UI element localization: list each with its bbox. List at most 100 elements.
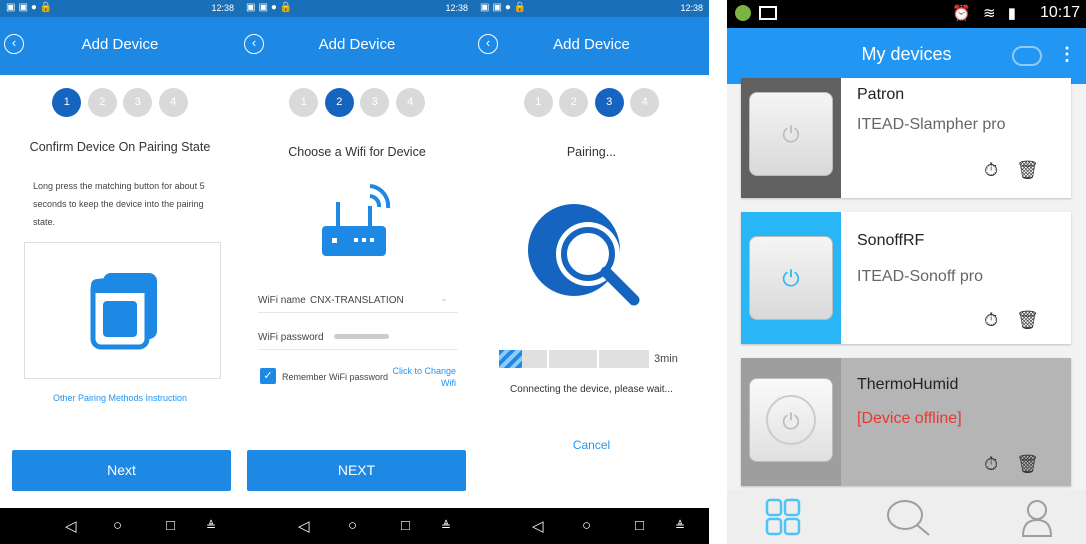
back-nav-icon[interactable]: ◁	[532, 517, 544, 535]
step-indicator: 1 2 3 4	[474, 88, 709, 118]
device-offline-status: [Device offline]	[857, 410, 962, 427]
step-heading: Confirm Device On Pairing State	[29, 140, 211, 154]
timer-icon[interactable]: ⏱	[984, 310, 1016, 330]
device-card[interactable]: ⏻ Patron ITEAD-Slampher pro ⏱🗑	[741, 78, 1071, 198]
other-methods-link[interactable]: Other Pairing Methods Instruction	[0, 393, 240, 403]
status-bar: ▣▣●🔒 12:38	[240, 0, 474, 17]
back-nav-icon[interactable]: ◁	[298, 517, 310, 535]
step-3: 3	[594, 88, 624, 117]
device-name: SonoffRF	[857, 232, 925, 249]
timer-icon[interactable]: ⏱	[984, 454, 1016, 474]
app-notification-icon	[735, 5, 751, 21]
android-nav-bar: ◁ ○ □ ≜	[0, 508, 240, 544]
step-1: 1	[289, 88, 319, 117]
next-button[interactable]: Next	[12, 450, 231, 491]
screen-pairing: ▣▣●🔒 12:38 ‹ Add Device 1 2 3 4 Pairing.…	[474, 0, 709, 544]
change-wifi-link[interactable]: Click to Change Wifi	[388, 365, 456, 389]
cancel-button[interactable]: Cancel	[474, 438, 709, 452]
recents-nav-icon[interactable]: □	[166, 517, 175, 534]
step-indicator: 1 2 3 4	[240, 88, 474, 118]
pairing-progress-bar	[499, 350, 649, 368]
connecting-status: Connecting the device, please wait...	[510, 384, 673, 395]
status-time: 12:38	[211, 3, 234, 13]
status-time: 12:38	[445, 3, 468, 13]
remember-checkbox[interactable]: ✓	[260, 368, 276, 384]
device-thumbnail: ⏻	[741, 78, 841, 198]
next-button[interactable]: NEXT	[247, 450, 466, 491]
keyboard-icon[interactable]: ≜	[675, 519, 685, 533]
cloud-sync-icon[interactable]	[1012, 46, 1042, 66]
status-time: 12:38	[680, 3, 703, 13]
device-list: ⏻ Patron ITEAD-Slampher pro ⏱🗑 ⏻ SonoffR…	[727, 78, 1086, 490]
remaining-time: 3min	[654, 353, 678, 365]
device-icon	[90, 273, 157, 350]
status-bar: ▣▣●🔒 12:38	[474, 0, 709, 17]
searching-icon	[528, 204, 640, 306]
router-icon	[322, 184, 391, 256]
android-nav-bar: ◁ ○ □ ≜	[240, 508, 474, 544]
page-title: Add Device	[553, 36, 630, 53]
trash-icon[interactable]: 🗑	[1016, 454, 1057, 474]
grid-icon[interactable]	[765, 498, 801, 536]
device-actions: ⏱🗑	[984, 160, 1057, 181]
back-nav-icon[interactable]: ◁	[65, 517, 77, 535]
home-nav-icon[interactable]: ○	[582, 517, 591, 534]
step-2: 2	[559, 88, 589, 117]
device-name: ThermoHumid	[857, 376, 959, 393]
notification-icons: ▣▣●🔒	[246, 2, 296, 13]
screen-my-devices: ⏰ ≋ ▮ 10:17 My devices ⋮ ⏻ Patron ITEAD-…	[727, 0, 1086, 544]
user-icon[interactable]	[1019, 498, 1055, 538]
step-4: 4	[630, 88, 660, 117]
step-2: 2	[324, 88, 354, 117]
screen-choose-wifi: ▣▣●🔒 12:38 ‹ Add Device 1 2 3 4 Choose a…	[240, 0, 474, 544]
bottom-nav	[727, 490, 1086, 544]
device-actions: ⏱🗑	[984, 454, 1057, 475]
step-1: 1	[52, 88, 82, 117]
signal-icons: ⏰ ≋ ▮	[952, 5, 1020, 22]
trash-icon[interactable]: 🗑	[1016, 310, 1057, 330]
home-nav-icon[interactable]: ○	[348, 517, 357, 534]
wifi-name-label: WiFi name	[258, 295, 306, 306]
notification-icons: ▣▣●🔒	[480, 2, 530, 13]
status-bar: ▣▣●🔒 12:38	[0, 0, 240, 17]
recents-nav-icon[interactable]: □	[401, 517, 410, 534]
password-masked	[334, 334, 389, 339]
trash-icon[interactable]: 🗑	[1016, 160, 1057, 180]
device-name: Patron	[857, 86, 905, 103]
android-nav-bar: ◁ ○ □ ≜	[474, 508, 709, 544]
step-heading: Choose a Wifi for Device	[288, 145, 426, 159]
power-button-image: ⏻	[749, 236, 833, 320]
step-1: 1	[523, 88, 553, 117]
screen-gap	[709, 0, 727, 544]
device-thumbnail: ⏻	[741, 358, 841, 486]
wifi-password-label: WiFi password	[258, 332, 324, 343]
search-icon[interactable]	[885, 498, 933, 538]
page-title: Add Device	[318, 36, 396, 53]
device-card[interactable]: ⏻ SonoffRF ITEAD-Sonoff pro ⏱🗑	[741, 212, 1071, 344]
timer-icon[interactable]: ⏱	[984, 160, 1016, 180]
instruction-text: Long press the matching button for about…	[33, 181, 205, 227]
power-icon: ⏻	[782, 122, 800, 147]
progress-divider	[547, 350, 549, 368]
app-bar: ‹ Add Device	[240, 17, 474, 75]
home-nav-icon[interactable]: ○	[113, 517, 122, 534]
keyboard-icon[interactable]: ≜	[206, 519, 216, 533]
notification-icons: ▣▣●🔒	[6, 2, 56, 13]
keyboard-icon[interactable]: ≜	[441, 519, 451, 533]
chevron-down-icon[interactable]: ⌄	[440, 293, 448, 304]
device-illustration	[24, 242, 221, 379]
app-bar: My devices ⋮	[727, 28, 1086, 84]
progress-fill	[499, 350, 522, 368]
screen-confirm-pairing: ▣▣●🔒 12:38 ‹ Add Device 1 2 3 4 Confirm …	[0, 0, 240, 544]
wifi-password-field[interactable]: WiFi password	[258, 324, 458, 350]
status-time: 10:17	[1039, 4, 1080, 21]
device-card[interactable]: ⏻ ThermoHumid [Device offline] ⏱🗑	[741, 358, 1071, 486]
image-icon	[759, 6, 777, 20]
wifi-name-field[interactable]: WiFi name CNX-TRANSLATION ⌄	[258, 287, 458, 313]
recents-nav-icon[interactable]: □	[635, 517, 644, 534]
app-bar: ‹ Add Device	[0, 17, 240, 75]
more-menu-icon[interactable]: ⋮	[1058, 44, 1076, 65]
pairing-status-heading: Pairing...	[566, 145, 617, 159]
step-4: 4	[395, 88, 425, 117]
power-icon: ⏻	[782, 266, 800, 291]
